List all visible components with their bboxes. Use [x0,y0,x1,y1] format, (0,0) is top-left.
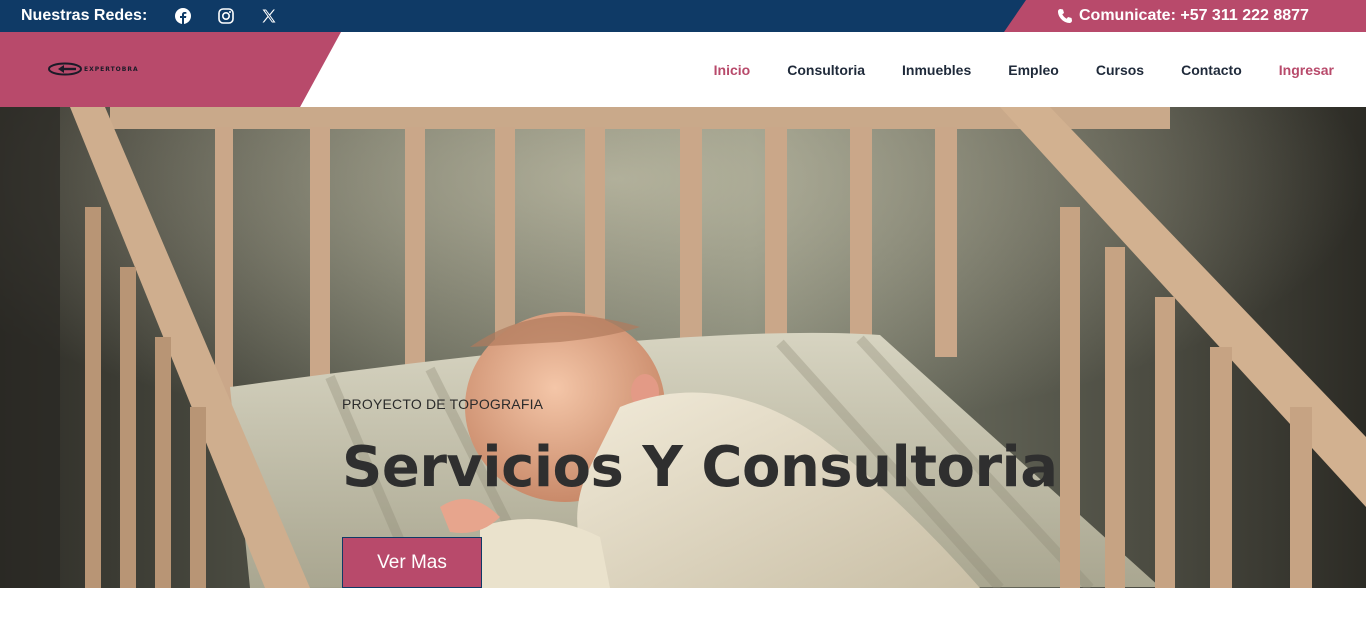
logo[interactable]: EXPERTOBRA [48,62,139,76]
x-twitter-icon[interactable] [260,7,278,25]
hero-section: PROYECTO DE TOPOGRAFIA Servicios Y Consu… [0,107,1366,588]
hero-title: Servicios Y Consultoria [342,435,1058,500]
page-body-start [0,588,1366,625]
phone-icon [1057,8,1073,24]
social-section: Nuestras Redes: [21,0,303,32]
hero-kicker: PROYECTO DE TOPOGRAFIA [342,396,544,412]
nav-item-ingresar[interactable]: Ingresar [1279,62,1334,78]
nav-item-cursos[interactable]: Cursos [1096,62,1144,78]
nav-item-consultoria[interactable]: Consultoria [787,62,865,78]
nav-item-empleo[interactable]: Empleo [1008,62,1059,78]
logo-text: EXPERTOBRA [84,65,139,73]
social-label: Nuestras Redes: [21,7,148,24]
top-bar: Nuestras Redes: Comunicate: +57 311 222 … [0,0,1366,32]
main-nav: Inicio Consultoria Inmuebles Empleo Curs… [677,32,1334,107]
facebook-icon[interactable] [174,7,192,25]
logo-mark-icon [48,62,82,76]
hero-content: PROYECTO DE TOPOGRAFIA Servicios Y Consu… [342,107,1058,588]
ver-mas-button[interactable]: Ver Mas [342,537,482,588]
contact-phone[interactable]: Comunicate: +57 311 222 8877 [1004,0,1366,32]
nav-item-inmuebles[interactable]: Inmuebles [902,62,971,78]
nav-item-inicio[interactable]: Inicio [714,62,751,78]
instagram-icon[interactable] [217,7,235,25]
social-links [174,7,303,25]
site-header: EXPERTOBRA Inicio Consultoria Inmuebles … [0,32,1366,107]
nav-item-contacto[interactable]: Contacto [1181,62,1242,78]
contact-text: Comunicate: +57 311 222 8877 [1079,7,1309,24]
